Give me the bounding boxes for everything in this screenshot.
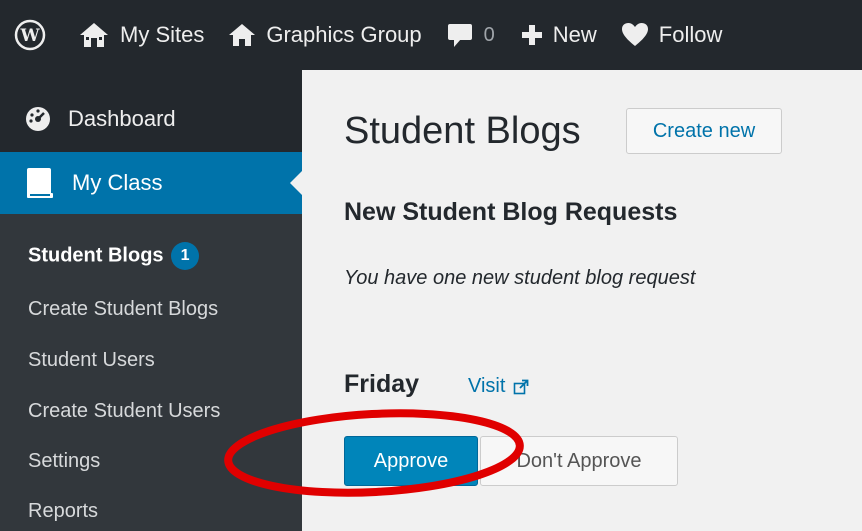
new-label: New: [552, 22, 597, 47]
page-title: Student Blogs: [344, 110, 581, 152]
my-sites-label: My Sites: [120, 22, 205, 47]
comments-count: 0: [483, 23, 495, 46]
submenu-item-student-blogs[interactable]: Student Blogs 1: [28, 242, 200, 270]
book-icon: [24, 166, 56, 200]
sidebar-item-label: Dashboard: [68, 106, 176, 131]
update-count-badge: 1: [171, 242, 200, 270]
submenu-item-student-users[interactable]: Student Users: [28, 349, 155, 372]
follow-label: Follow: [658, 22, 723, 47]
new-content-menu[interactable]: New: [521, 0, 597, 70]
visit-label: Visit: [468, 375, 506, 397]
plus-icon: [521, 24, 543, 46]
comments-menu[interactable]: 0: [446, 0, 495, 70]
wordpress-icon: W: [14, 19, 46, 51]
my-sites-icon: [78, 21, 110, 49]
admin-bar: W My Sites Graphics Group 0 New Follow: [0, 0, 862, 70]
sidebar-item-my-class[interactable]: My Class: [0, 152, 302, 214]
external-link-icon: [513, 379, 529, 395]
request-notice: You have one new student blog request: [344, 267, 696, 289]
submenu-item-label: Student Users: [28, 349, 155, 371]
sidebar-item-label: My Class: [72, 170, 163, 195]
submenu-item-create-student-blogs[interactable]: Create Student Blogs: [28, 298, 218, 321]
submenu-item-settings[interactable]: Settings: [28, 450, 100, 473]
submenu-item-label: Student Blogs: [28, 244, 164, 267]
submenu-item-reports[interactable]: Reports: [28, 500, 98, 523]
site-name-label: Graphics Group: [266, 22, 422, 47]
home-icon: [228, 22, 256, 48]
approve-button[interactable]: Approve: [344, 436, 478, 486]
wordpress-logo-menu[interactable]: W: [14, 0, 56, 70]
admin-sidebar: Dashboard My Class Student Blogs 1 Creat…: [0, 70, 302, 531]
main-content: Student Blogs Create new New Student Blo…: [302, 70, 862, 531]
comment-bubble-icon: [446, 22, 474, 48]
visit-blog-link[interactable]: Visit: [468, 375, 529, 398]
submenu-item-create-student-users[interactable]: Create Student Users: [28, 400, 220, 423]
blog-request-name: Friday: [344, 370, 420, 398]
follow-menu[interactable]: Follow: [621, 0, 723, 70]
heart-icon: [621, 22, 649, 48]
create-new-button[interactable]: Create new: [626, 108, 782, 154]
my-sites-menu[interactable]: My Sites: [78, 0, 204, 70]
svg-text:W: W: [19, 26, 40, 46]
section-title: New Student Blog Requests: [344, 198, 678, 226]
site-name-menu[interactable]: Graphics Group: [228, 0, 422, 70]
submenu-item-label: Create Student Users: [28, 400, 221, 422]
submenu-item-label: Reports: [28, 500, 99, 522]
submenu-item-label: Settings: [28, 450, 101, 472]
dont-approve-button[interactable]: Don't Approve: [480, 436, 678, 486]
sidebar-item-dashboard[interactable]: Dashboard: [0, 92, 302, 146]
dashboard-icon: [24, 105, 52, 133]
submenu-item-label: Create Student Blogs: [28, 298, 219, 320]
my-class-submenu: Student Blogs 1 Create Student Blogs Stu…: [0, 214, 302, 531]
